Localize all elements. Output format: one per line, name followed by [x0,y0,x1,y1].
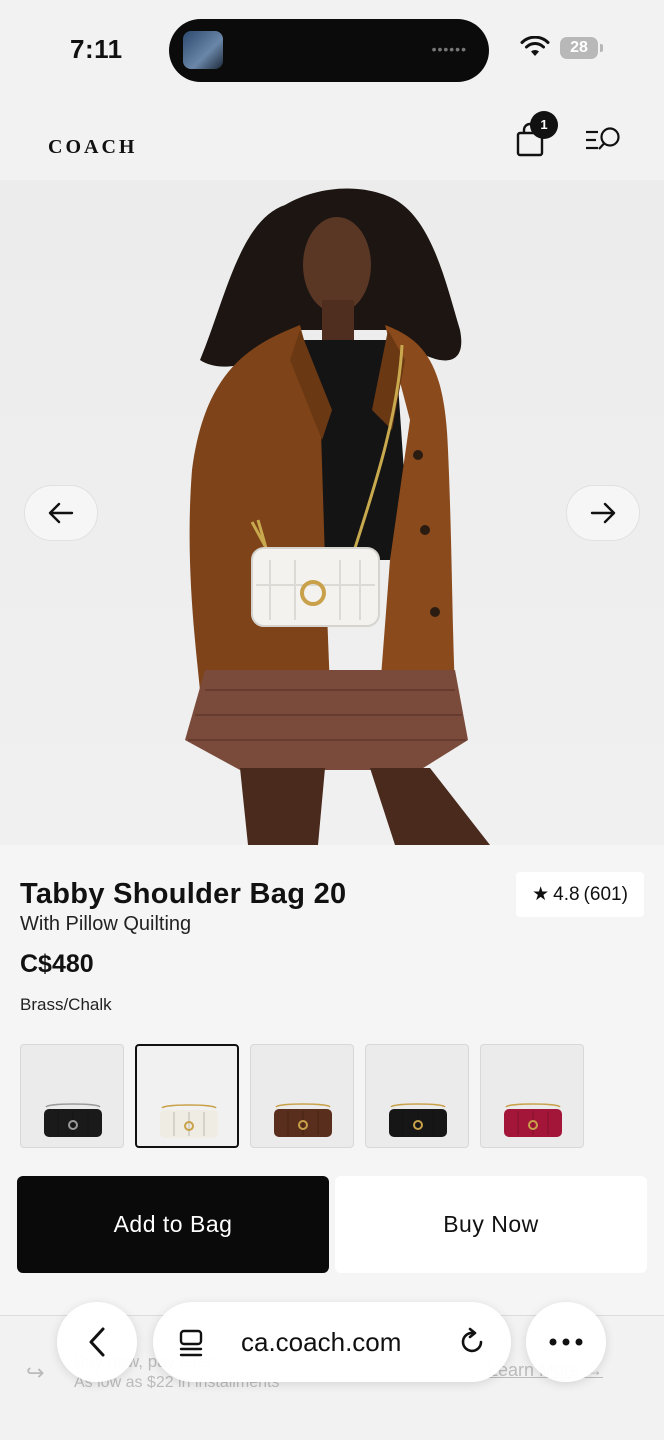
battery-indicator: 28 [560,37,603,59]
color-swatch-black-brass[interactable] [365,1044,469,1148]
bag-thumbnail-icon [504,1103,562,1137]
bag-thumbnail-icon [274,1103,332,1137]
wifi-icon [520,36,550,56]
rating-badge[interactable]: ★ 4.8 (601) [516,872,644,917]
chevron-left-icon [89,1327,105,1357]
bag-thumbnail-icon [160,1104,218,1138]
arrow-left-icon [48,502,74,524]
bag-thumbnail-icon [389,1103,447,1137]
cart-count-badge: 1 [530,111,558,139]
selected-color-name: Brass/Chalk [20,995,112,1014]
menu-search-icon[interactable] [582,124,626,156]
arrow-right-icon [590,502,616,524]
color-swatch-black[interactable] [20,1044,124,1148]
browser-back-button[interactable] [57,1302,137,1382]
now-playing-thumbnail [183,31,223,69]
product-subtitle: With Pillow Quilting [20,913,192,935]
url-text[interactable]: ca.coach.com [241,1327,401,1358]
color-swatch-red[interactable] [480,1044,584,1148]
color-swatch-chalk[interactable] [135,1044,239,1148]
add-to-bag-button[interactable]: Add to Bag [17,1176,329,1273]
address-bar[interactable]: ca.coach.com [153,1302,511,1382]
brand-logo[interactable]: COACH [48,136,137,159]
model-photo [185,188,490,845]
reload-icon[interactable] [457,1327,487,1357]
tabs-icon[interactable] [177,1328,205,1358]
next-image-button[interactable] [566,485,640,541]
status-bar: 7:11 •••••• 28 [0,0,664,100]
previous-image-button[interactable] [24,485,98,541]
battery-level: 28 [570,39,588,56]
status-time: 7:11 [70,34,123,64]
product-title: Tabby Shoulder Bag 20 [20,878,347,910]
rating-count: (601) [583,883,628,905]
more-icon [549,1338,583,1346]
installments-arrow-icon: ↪ [26,1360,45,1385]
product-hero-image[interactable] [0,180,664,845]
product-price: C$480 [20,950,94,978]
color-swatch-list [20,1044,584,1148]
star-icon: ★ [532,884,550,905]
browser-more-button[interactable] [526,1302,606,1382]
buy-now-button[interactable]: Buy Now [335,1176,647,1273]
rating-value: 4.8 [553,883,580,905]
dynamic-island[interactable]: •••••• [169,19,489,82]
bag-thumbnail-icon [44,1103,102,1137]
audio-waveform-icon: •••••• [431,41,467,57]
color-swatch-brown[interactable] [250,1044,354,1148]
